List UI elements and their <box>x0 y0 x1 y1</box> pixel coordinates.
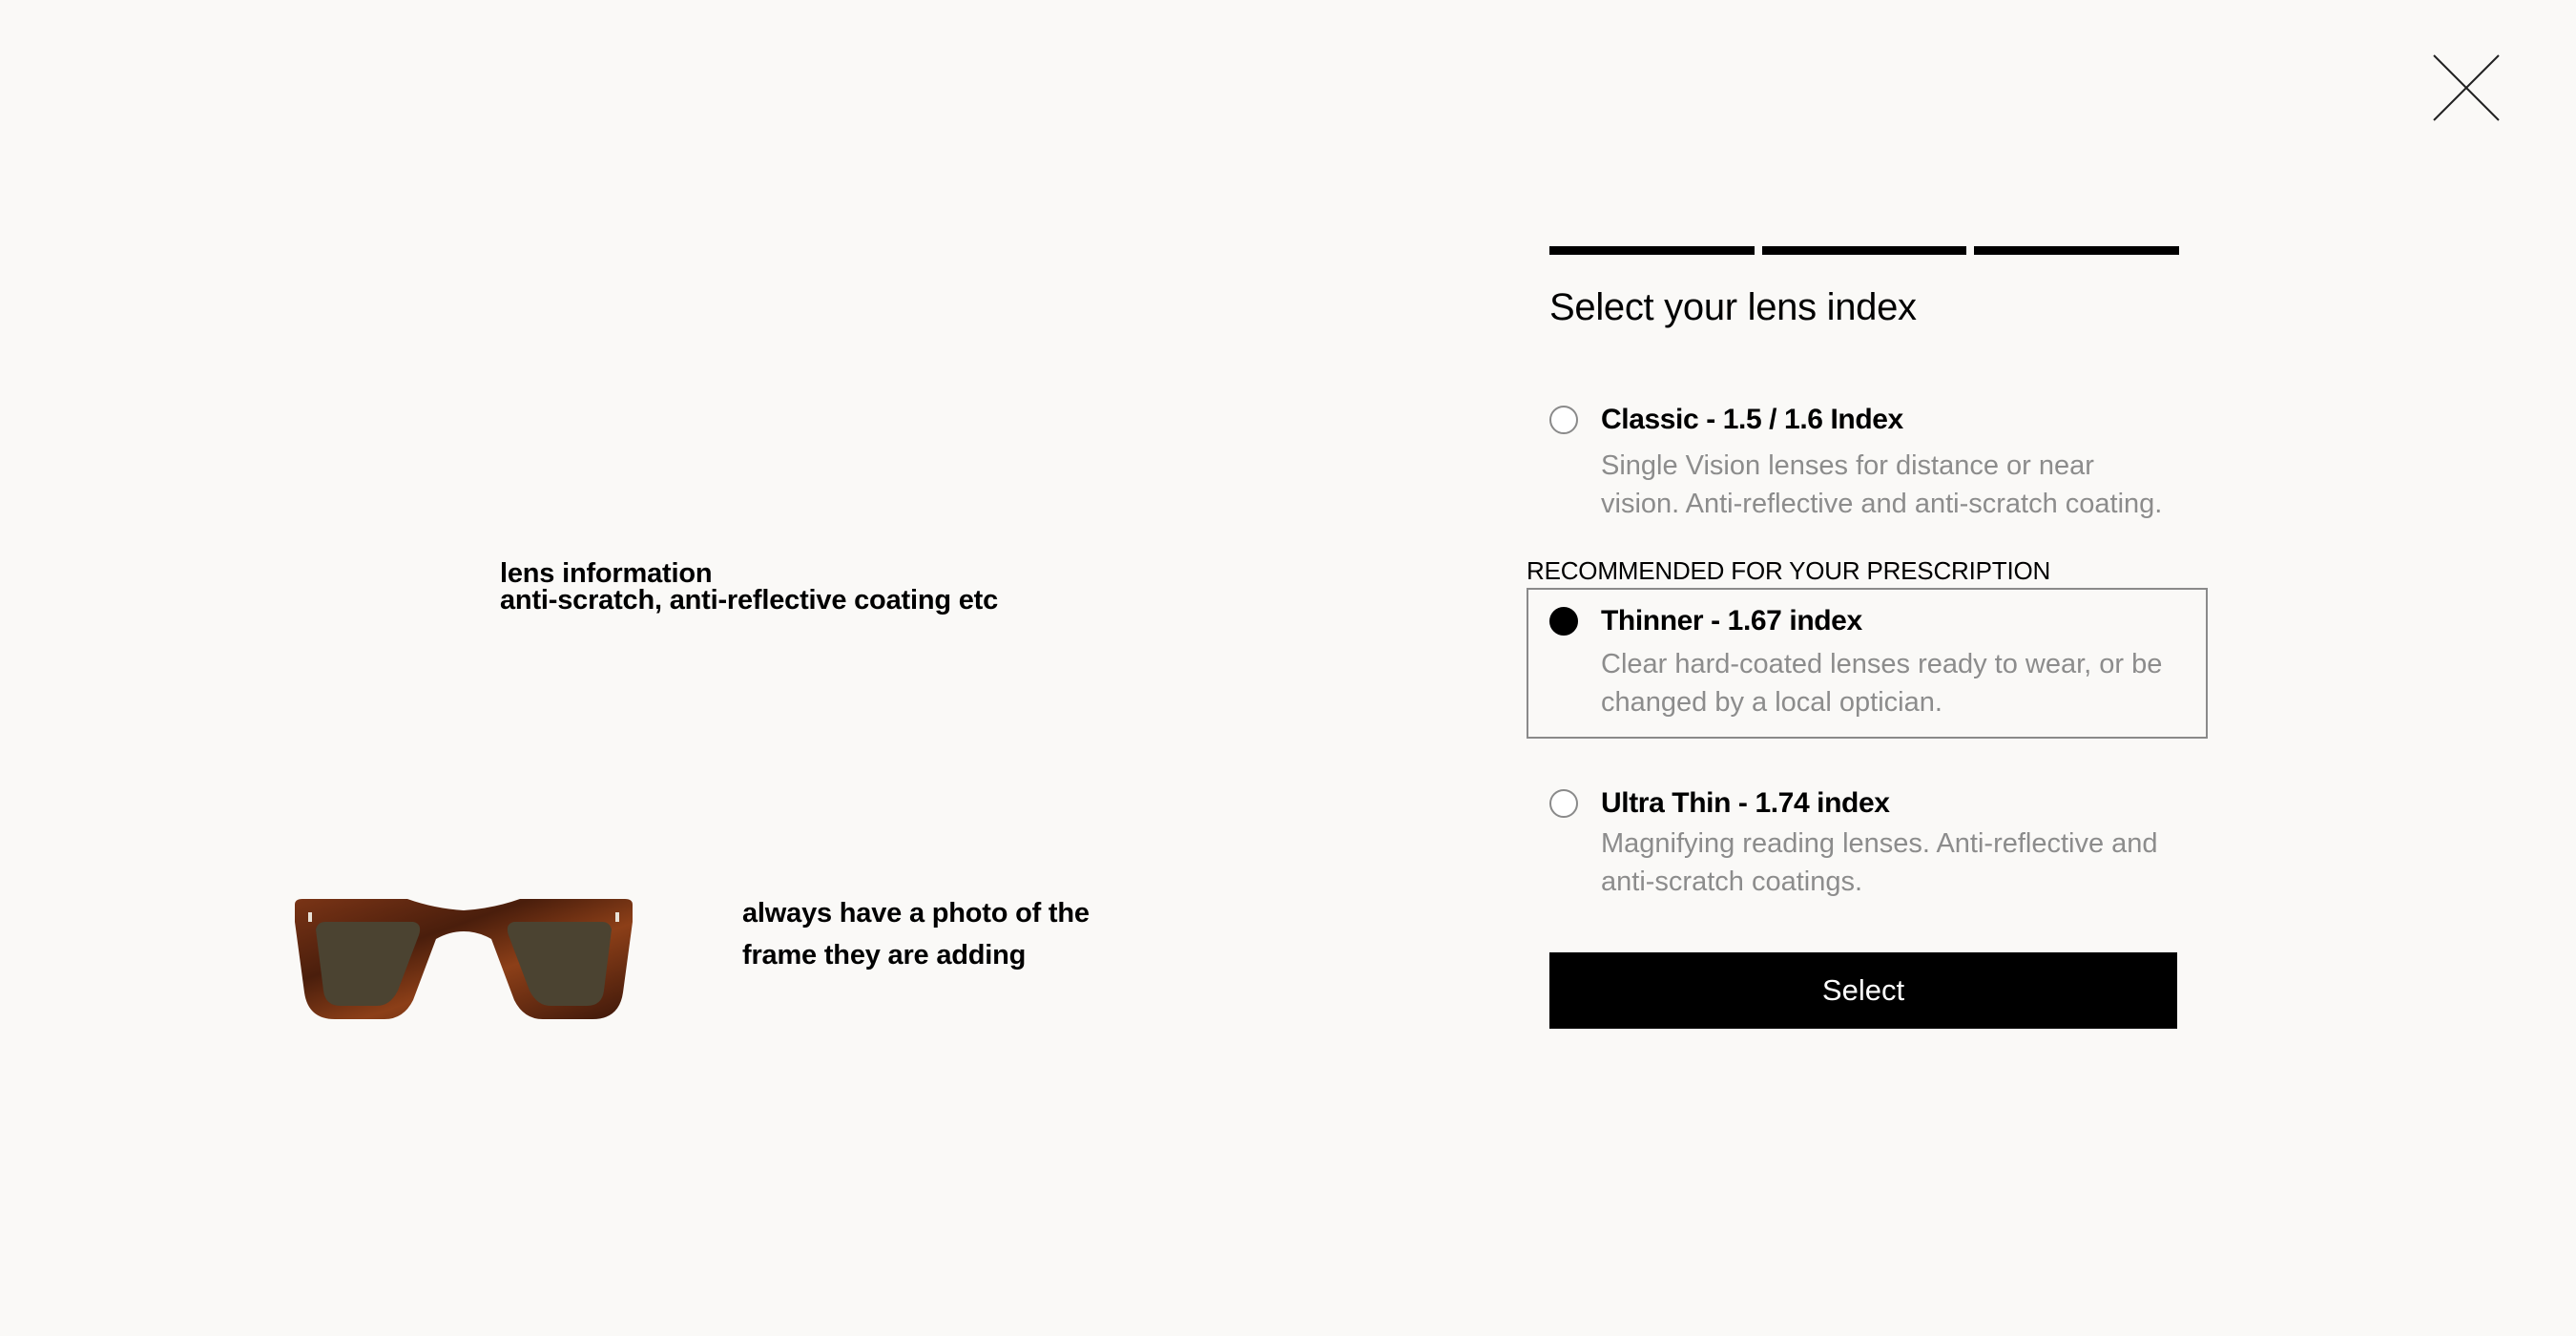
photo-note-line1: always have a photo of the <box>742 898 1090 929</box>
option-description: Single Vision lenses for distance or nea… <box>1601 450 2163 519</box>
radio-button[interactable] <box>1549 789 1578 818</box>
progress-step-3 <box>1974 246 2180 255</box>
lens-info-note: lens information anti-scratch, anti-refl… <box>500 558 999 616</box>
progress-bar <box>1549 246 2180 255</box>
option-name: Thinner - 1.67 index <box>1601 605 1862 637</box>
option-description: Magnifying reading lenses. Anti-reflecti… <box>1601 828 2158 897</box>
progress-step-2 <box>1761 246 1967 255</box>
page-title: Select your lens index <box>1549 286 1917 328</box>
lens-selector-panel: Select your lens index Classic - 1.5 / 1… <box>1527 0 2213 1336</box>
option-name: Classic - 1.5 / 1.6 Index <box>1601 404 1903 435</box>
option-name: Ultra Thin - 1.74 index <box>1601 787 1890 819</box>
photo-note: always have a photo of the frame they ar… <box>742 892 1143 976</box>
option-description: Clear hard-coated lenses ready to wear, … <box>1601 649 2163 718</box>
recommended-label: RECOMMENDED FOR YOUR PRESCRIPTION <box>1527 556 2051 585</box>
radio-button[interactable] <box>1549 406 1578 434</box>
radio-button-selected[interactable] <box>1549 607 1578 636</box>
close-button[interactable] <box>2432 53 2501 122</box>
sunglasses-image <box>295 899 633 1019</box>
select-button[interactable]: Select <box>1549 952 2177 1029</box>
close-icon[interactable] <box>2432 53 2501 122</box>
photo-note-line2: frame they are adding <box>742 940 1027 971</box>
lens-info-line2: anti-scratch, anti-reflective coating et… <box>500 585 999 616</box>
lens-info-line1: lens information <box>500 558 713 589</box>
progress-step-1 <box>1549 246 1755 255</box>
